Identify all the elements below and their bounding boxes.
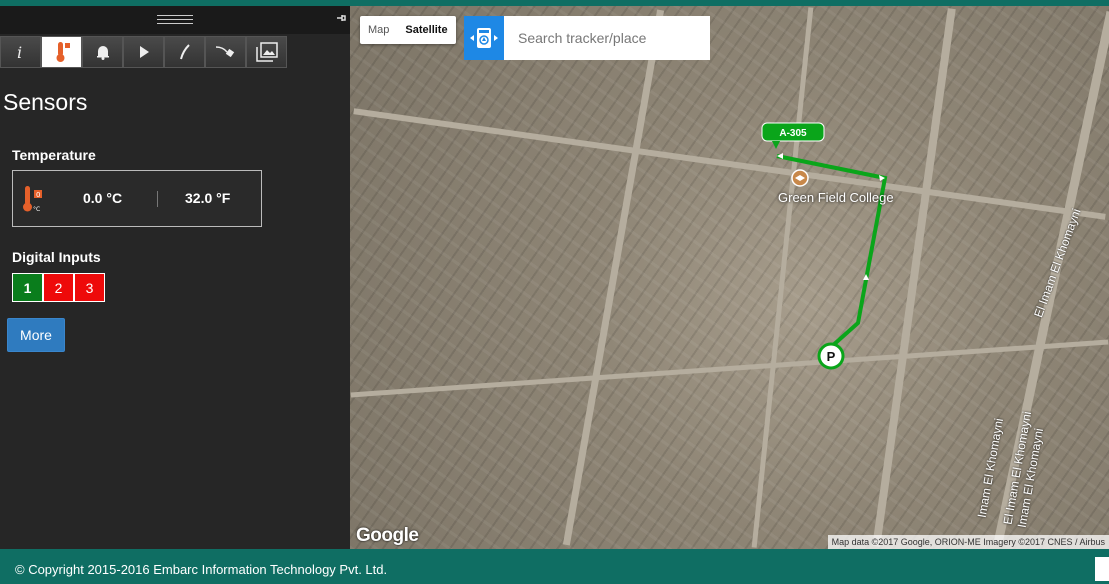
digital-inputs-label: Digital Inputs — [12, 249, 101, 265]
tab-sensors[interactable] — [41, 36, 82, 68]
digital-input-3: 3 — [74, 273, 105, 302]
tab-notes[interactable] — [164, 36, 205, 68]
pin-icon[interactable] — [336, 13, 346, 23]
map-type-map-button[interactable]: Map — [360, 16, 397, 44]
search-input[interactable] — [504, 16, 710, 60]
svg-text:°C: °C — [33, 206, 40, 213]
map-attribution[interactable]: Map data ©2017 Google, ORION-ME Imagery … — [827, 535, 1109, 549]
more-button[interactable]: More — [7, 318, 65, 352]
thermometer-icon — [56, 42, 70, 62]
panel-title: Sensors — [3, 89, 88, 115]
google-logo: Google — [356, 525, 419, 546]
digital-inputs: 1 2 3 — [12, 273, 105, 302]
photos-icon — [255, 42, 278, 62]
thermometer-icon: 0 °C — [23, 186, 42, 213]
tab-info[interactable]: i — [0, 36, 41, 68]
college-marker-icon — [791, 169, 809, 187]
place-label: Green Field College — [778, 190, 894, 205]
map-type-toggle: Map Satellite — [360, 16, 456, 44]
tab-alerts[interactable] — [82, 36, 123, 68]
svg-text:P: P — [827, 349, 836, 364]
svg-text:i: i — [17, 43, 22, 61]
tab-playback[interactable] — [123, 36, 164, 68]
map-type-satellite-button[interactable]: Satellite — [397, 16, 455, 44]
drag-handle-icon[interactable] — [157, 15, 193, 25]
footer: © Copyright 2015-2016 Embarc Information… — [0, 549, 1109, 584]
plug-icon — [215, 46, 234, 58]
parking-marker[interactable]: P — [817, 342, 845, 370]
footer-widget[interactable] — [1095, 557, 1109, 581]
tab-gallery[interactable] — [246, 36, 287, 68]
pen-icon — [179, 44, 190, 60]
panel-header — [0, 6, 350, 34]
info-icon: i — [17, 43, 22, 61]
play-icon — [139, 46, 149, 58]
bell-icon — [96, 46, 109, 60]
digital-input-2: 2 — [43, 273, 74, 302]
temperature-celsius: 0.0 °C — [83, 190, 123, 206]
sensor-panel: i Sensors Temperature 0 °C 0.0 °C 32.0 °… — [0, 6, 350, 549]
locate-tracker-icon — [470, 28, 498, 48]
divider — [157, 191, 158, 207]
digital-input-1: 1 — [12, 273, 43, 302]
svg-text:A-305: A-305 — [779, 128, 807, 139]
temperature-readout: 0 °C 0.0 °C 32.0 °F — [12, 170, 262, 227]
locate-button[interactable] — [464, 16, 504, 60]
copyright-text: © Copyright 2015-2016 Embarc Information… — [15, 562, 388, 577]
temperature-fahrenheit: 32.0 °F — [185, 190, 231, 206]
tab-power[interactable] — [205, 36, 246, 68]
temperature-label: Temperature — [12, 147, 96, 163]
satellite-map[interactable]: A-305 P Green Field College El Imam El K… — [350, 6, 1109, 549]
svg-text:0: 0 — [36, 191, 40, 199]
route-badge[interactable]: A-305 — [761, 122, 825, 149]
panel-tabs: i — [0, 36, 287, 68]
